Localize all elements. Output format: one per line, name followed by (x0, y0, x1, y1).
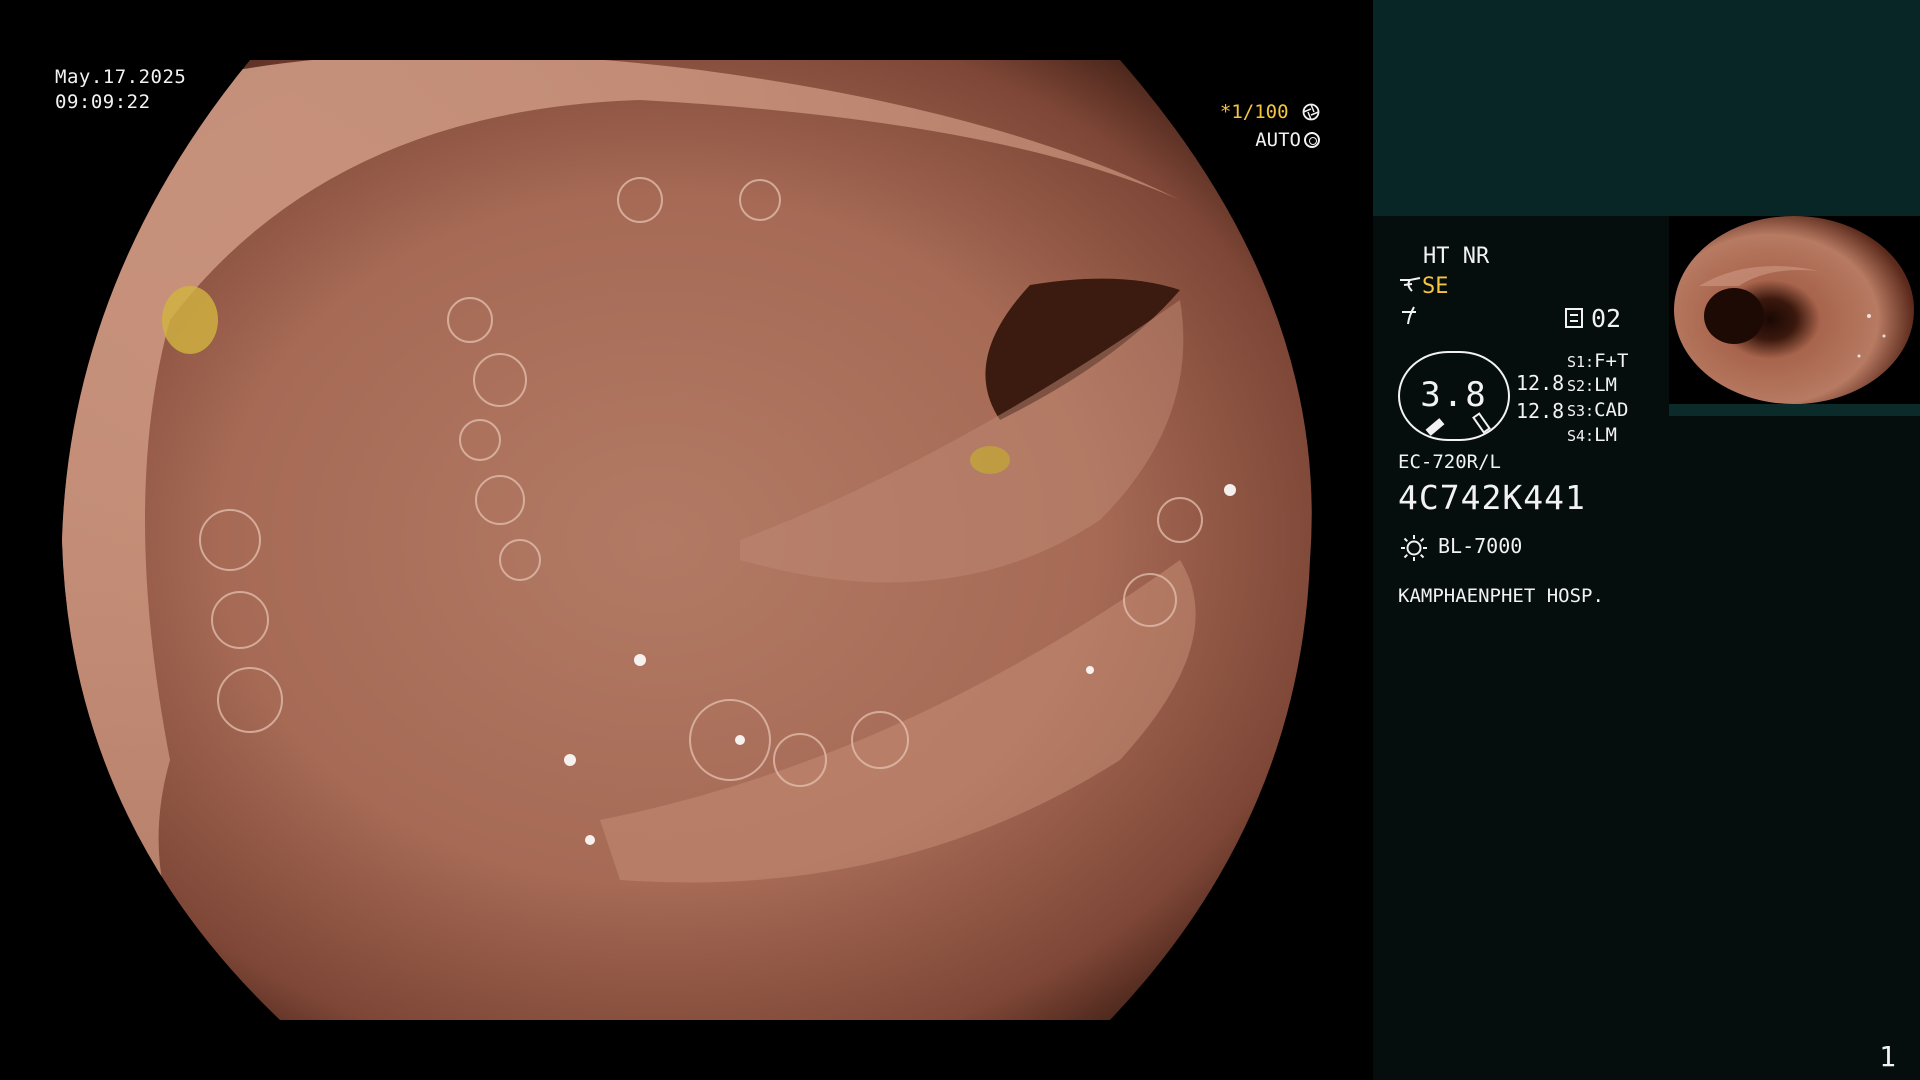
exposure-info: *1/100 AUTO (1220, 98, 1320, 154)
setting-key: S3: (1567, 402, 1595, 420)
setting-key: S2: (1567, 377, 1595, 395)
thumbnail-preview[interactable] (1669, 216, 1920, 416)
mode-label: HT NR (1423, 244, 1490, 269)
shutter-prefix: * (1219, 101, 1232, 123)
setting-value: LM (1594, 374, 1617, 396)
setting-key: S4: (1567, 427, 1595, 445)
datetime: May.17.2025 09:09:22 (55, 65, 186, 115)
endoscope-view: May.17.2025 09:09:22 *1/100 AUTO (0, 0, 1372, 1080)
hospital-name: KAMPHAENPHET HOSP. (1398, 585, 1604, 607)
setting-key: S1: (1567, 353, 1595, 371)
setting-value: F+T (1594, 350, 1629, 372)
date-text: May.17.2025 (55, 66, 187, 88)
enhance-icon (1400, 277, 1421, 292)
aperture-icon (1302, 103, 1320, 121)
gauge-value: 3.8 (1420, 375, 1488, 415)
sun-icon (1401, 535, 1427, 561)
ring-icon (1304, 132, 1320, 148)
setting-s1: S1:F+T (1567, 350, 1628, 372)
light-source: BL-7000 (1438, 534, 1523, 558)
enhancement-value: SE (1422, 274, 1449, 299)
exposure-mode-row: AUTO (1220, 126, 1320, 154)
page-number: 1 (1879, 1040, 1896, 1073)
time-text: 09:09:22 (55, 91, 151, 113)
setting-value: CAD (1594, 399, 1629, 421)
shutter-value: 1/100 (1231, 101, 1289, 123)
setting-s2: S2:LM (1567, 374, 1617, 396)
setting-s4: S4:LM (1567, 424, 1617, 446)
filter-row (1398, 304, 1420, 331)
frame-value: 02 (1591, 304, 1622, 333)
serial-number: 4C742K441 (1398, 478, 1586, 517)
endoscope-image (62, 60, 1312, 1020)
value-bottom: 12.8 (1516, 399, 1565, 423)
gauge-marker-left (1425, 418, 1445, 436)
panel-header-area (1373, 0, 1920, 216)
filter-icon (1402, 306, 1416, 325)
scope-model: EC-720R/L (1398, 451, 1501, 473)
gauge-marker-right (1472, 412, 1491, 434)
shutter-row: *1/100 (1220, 98, 1320, 126)
thumbnail-image (1669, 216, 1920, 416)
enhancement-row: SE (1398, 274, 1449, 300)
info-panel: HT NR SE 02 3.8 12.8 12.8 S1:F+T S2:LM S… (1373, 0, 1920, 1080)
setting-s3: S3:CAD (1567, 399, 1628, 421)
setting-value: LM (1594, 424, 1617, 446)
exposure-mode: AUTO (1255, 129, 1301, 151)
frame-icon (1565, 308, 1583, 328)
value-top: 12.8 (1516, 371, 1565, 395)
gauge: 3.8 (1398, 351, 1510, 441)
